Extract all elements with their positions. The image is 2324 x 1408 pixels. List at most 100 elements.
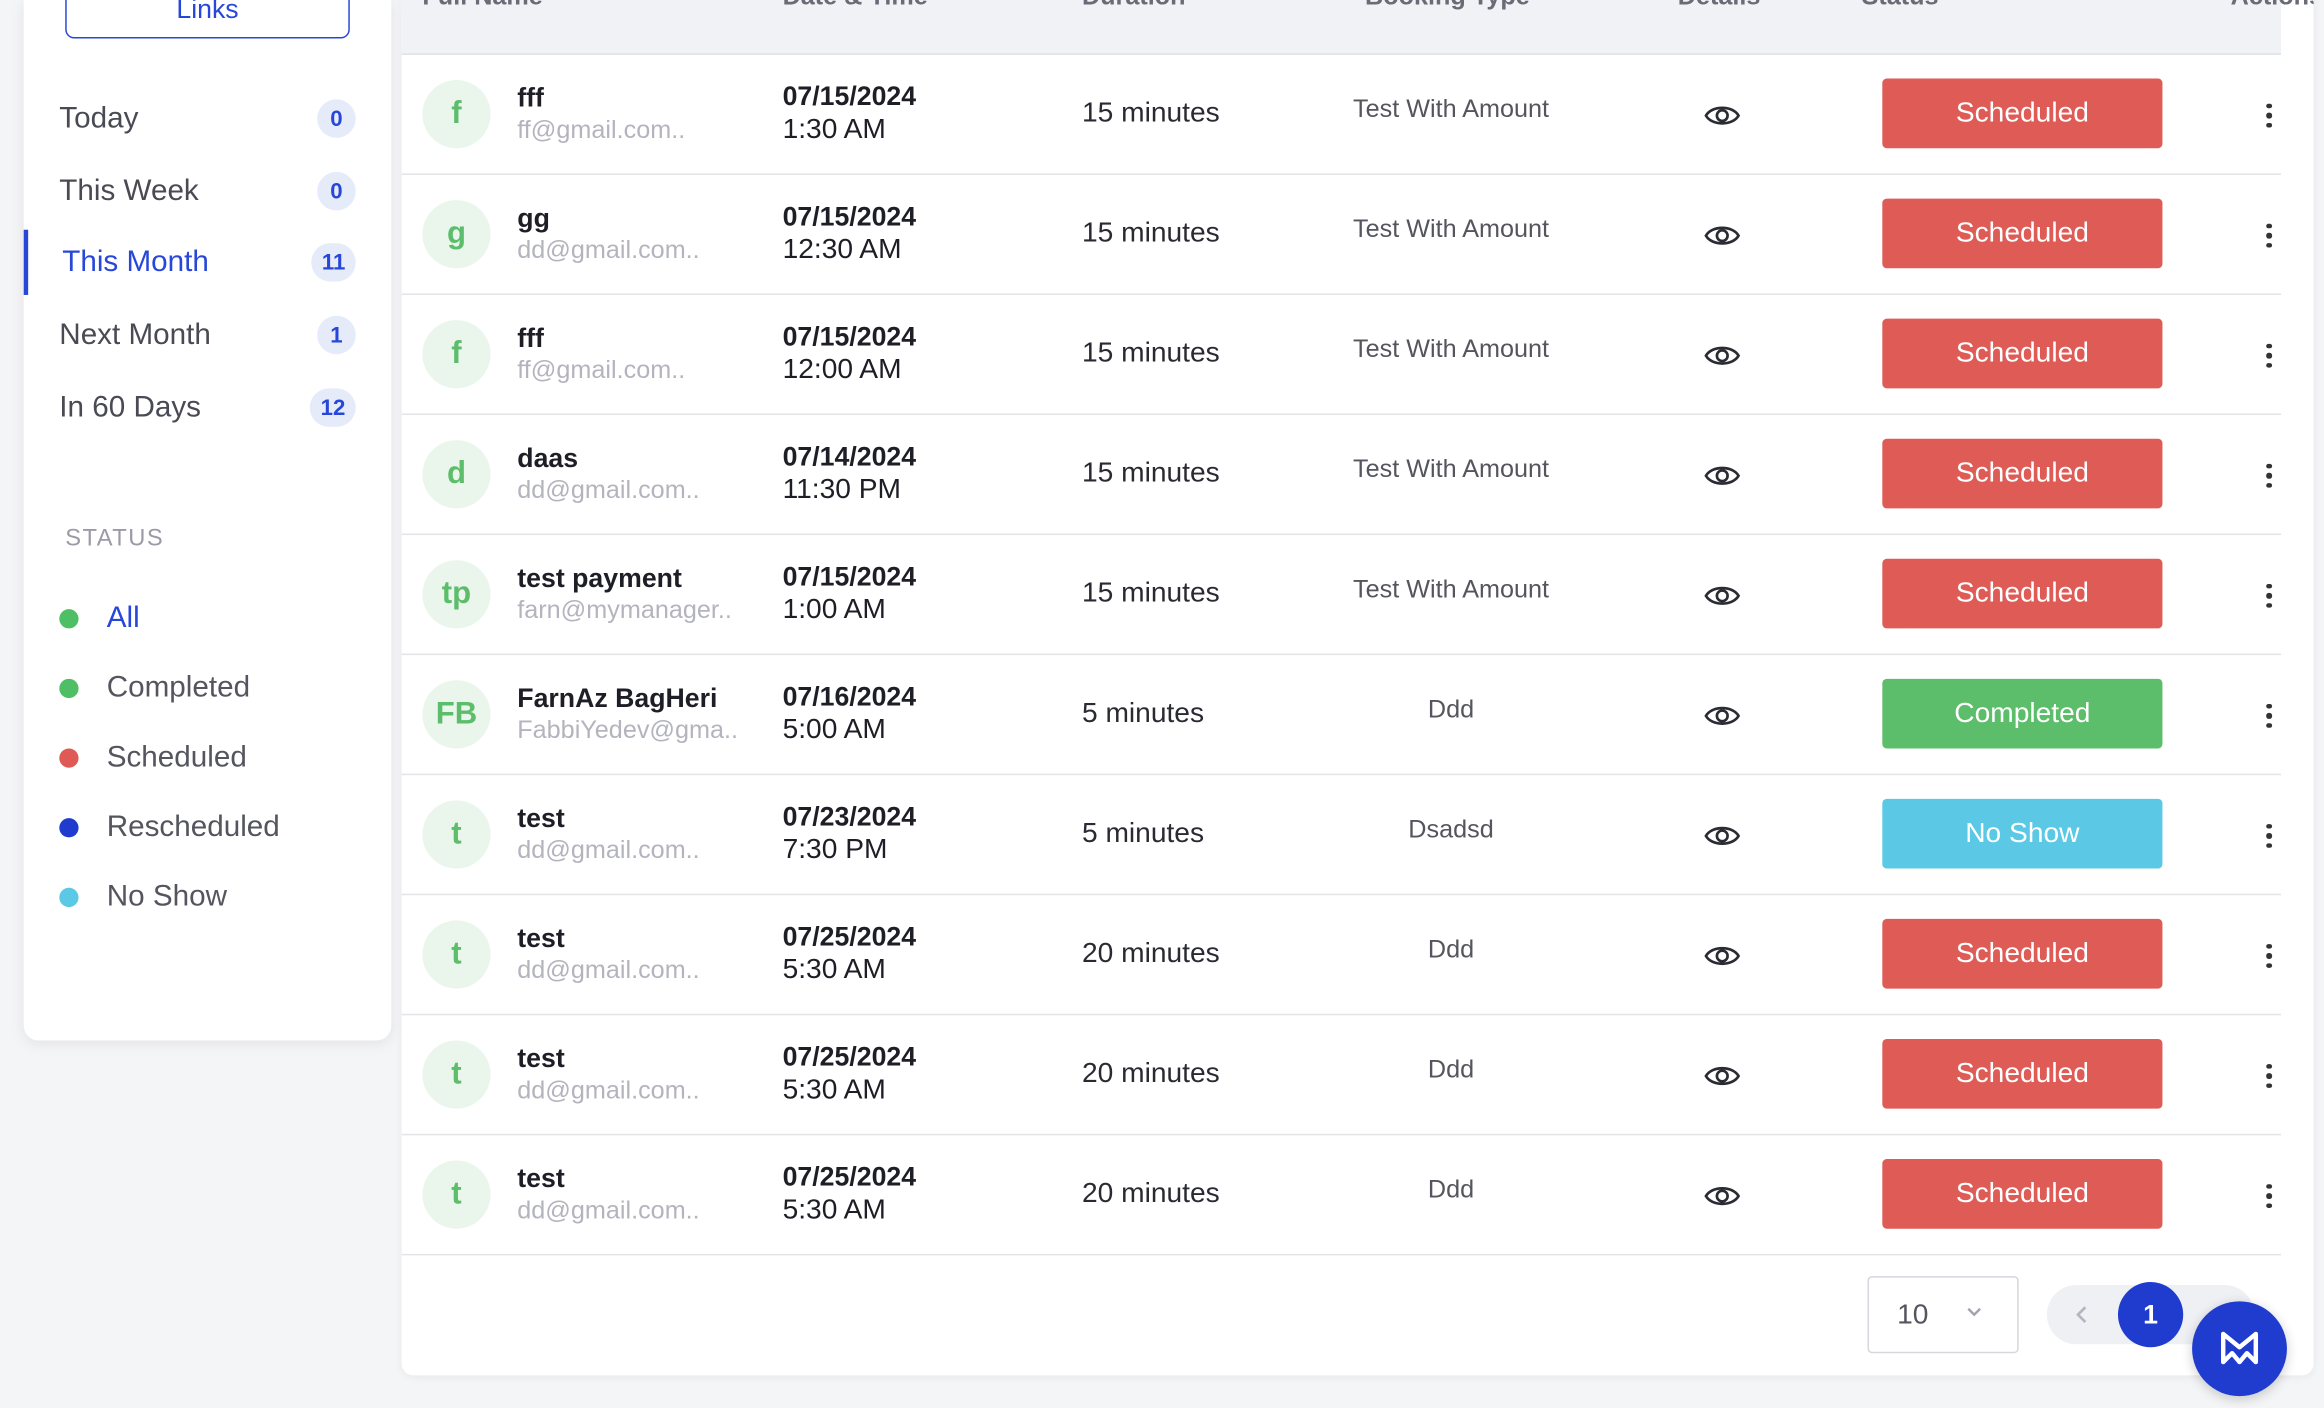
eye-icon[interactable] bbox=[1700, 1174, 1744, 1218]
booking-date: 07/15/2024 bbox=[782, 561, 917, 592]
period-today[interactable]: Today 0 bbox=[24, 83, 392, 154]
eye-icon[interactable] bbox=[1700, 333, 1744, 377]
booking-type: Test With Amount bbox=[1352, 575, 1550, 604]
status-filter-scheduled[interactable]: Scheduled bbox=[24, 728, 392, 787]
booking-time: 5:30 AM bbox=[782, 954, 886, 986]
eye-icon[interactable] bbox=[1700, 574, 1744, 618]
period-label: Today bbox=[59, 101, 139, 135]
kebab-menu-icon[interactable] bbox=[2257, 458, 2281, 494]
chevron-down-icon bbox=[1964, 1301, 1985, 1329]
kebab-menu-icon[interactable] bbox=[2257, 218, 2281, 254]
period-label: This Week bbox=[59, 174, 199, 207]
rows-per-page-value: 10 bbox=[1897, 1299, 1929, 1331]
period-count-badge: 0 bbox=[317, 99, 356, 138]
booking-email: ff@gmail.com.. bbox=[517, 115, 686, 144]
booking-time: 12:00 AM bbox=[782, 354, 902, 386]
period-next-month[interactable]: Next Month 1 bbox=[24, 299, 392, 370]
period-label: This Month bbox=[62, 245, 209, 278]
booking-name: test bbox=[517, 803, 565, 833]
status-button[interactable]: No Show bbox=[1882, 798, 2163, 869]
booking-name: test bbox=[517, 1163, 565, 1194]
kebab-menu-icon[interactable] bbox=[2257, 938, 2281, 974]
booking-email: farn@mymanager.. bbox=[517, 595, 732, 624]
booking-duration: 5 minutes bbox=[1081, 698, 1205, 730]
status-dot bbox=[59, 887, 79, 907]
links-button[interactable]: Links bbox=[65, 0, 350, 39]
eye-icon[interactable] bbox=[1700, 93, 1744, 137]
booking-type: Ddd bbox=[1427, 695, 1475, 724]
period-count-badge: 1 bbox=[317, 315, 356, 355]
chevron-left-icon[interactable] bbox=[2068, 1300, 2098, 1337]
status-filter-all[interactable]: All bbox=[24, 588, 392, 647]
booking-email: dd@gmail.com.. bbox=[517, 235, 700, 264]
kebab-menu-icon[interactable] bbox=[2257, 98, 2281, 134]
status-label: Rescheduled bbox=[106, 809, 280, 843]
kebab-menu-icon[interactable] bbox=[2257, 338, 2281, 374]
booking-email: FabbiYedev@gma.. bbox=[517, 715, 739, 745]
table-row: t test dd@gmail.com.. 07/25/2024 5:30 AM 20 m… bbox=[401, 1135, 2282, 1256]
booking-name: fff bbox=[517, 82, 544, 113]
eye-icon[interactable] bbox=[1700, 454, 1744, 498]
rows-per-page-select[interactable]: 10 bbox=[1867, 1276, 2019, 1354]
header-full-name[interactable]: Full Name bbox=[422, 0, 542, 12]
booking-email: dd@gmail.com.. bbox=[517, 955, 700, 985]
status-button[interactable]: Completed bbox=[1882, 678, 2163, 749]
eye-icon[interactable] bbox=[1700, 694, 1744, 738]
status-button[interactable]: Scheduled bbox=[1882, 558, 2163, 629]
status-button[interactable]: Scheduled bbox=[1882, 78, 2163, 149]
period-this-month[interactable]: This Month 11 bbox=[23, 227, 392, 298]
table-row: d daas dd@gmail.com.. 07/14/2024 11:30 PM 15 … bbox=[401, 415, 2282, 536]
kebab-menu-icon[interactable] bbox=[2257, 1058, 2281, 1094]
eye-icon[interactable] bbox=[1700, 213, 1744, 257]
booking-email: dd@gmail.com.. bbox=[517, 475, 700, 504]
table-row: g gg dd@gmail.com.. 07/15/2024 12:30 AM 15 mi… bbox=[401, 175, 2282, 295]
status-filter-rescheduled[interactable]: Rescheduled bbox=[24, 797, 392, 856]
table-header: Full Name Date & Time Duration Booking T… bbox=[401, 0, 2314, 55]
avatar: t bbox=[422, 920, 491, 989]
booking-duration: 15 minutes bbox=[1081, 97, 1220, 129]
kebab-menu-icon[interactable] bbox=[2257, 818, 2281, 854]
kebab-menu-icon[interactable] bbox=[2257, 578, 2281, 614]
avatar: g bbox=[422, 200, 491, 269]
status-filter-no-show[interactable]: No Show bbox=[24, 867, 392, 926]
header-duration[interactable]: Duration bbox=[1082, 0, 1186, 12]
status-dot bbox=[59, 747, 79, 768]
booking-name: fff bbox=[517, 323, 544, 353]
booking-name: test bbox=[517, 1043, 565, 1074]
bookings-table-card: Full Name Date & Time Duration Booking T… bbox=[401, 0, 2314, 1376]
kebab-menu-icon[interactable] bbox=[2257, 698, 2281, 734]
period-label: Next Month bbox=[59, 317, 211, 351]
booking-duration: 15 minutes bbox=[1081, 457, 1220, 490]
header-date-time[interactable]: Date & Time bbox=[783, 0, 928, 12]
status-button[interactable]: Scheduled bbox=[1882, 198, 2163, 269]
eye-icon[interactable] bbox=[1700, 934, 1744, 978]
header-details: Details bbox=[1678, 0, 1761, 12]
eye-icon[interactable] bbox=[1700, 1054, 1744, 1098]
booking-type: Dsadsd bbox=[1408, 815, 1494, 844]
table-row: t test dd@gmail.com.. 07/25/2024 5:30 AM 20 m… bbox=[401, 1015, 2282, 1136]
header-status[interactable]: Status bbox=[1862, 0, 1939, 12]
booking-time: 5:00 AM bbox=[782, 714, 886, 746]
booking-date: 07/14/2024 bbox=[782, 441, 917, 472]
status-button[interactable]: Scheduled bbox=[1882, 918, 2163, 989]
booking-name: test bbox=[517, 923, 565, 954]
status-label: All bbox=[106, 601, 140, 634]
status-button[interactable]: Scheduled bbox=[1882, 318, 2163, 389]
booking-type: Test With Amount bbox=[1352, 94, 1550, 124]
header-booking-type[interactable]: Booking Type bbox=[1365, 0, 1530, 12]
period-in-60-days[interactable]: In 60 Days 12 bbox=[24, 372, 392, 443]
eye-icon[interactable] bbox=[1700, 814, 1744, 858]
kebab-menu-icon[interactable] bbox=[2257, 1178, 2281, 1214]
app-logo-icon[interactable] bbox=[2192, 1301, 2287, 1397]
period-this-week[interactable]: This Week 0 bbox=[24, 156, 392, 227]
booking-date: 07/15/2024 bbox=[782, 201, 917, 232]
booking-duration: 15 minutes bbox=[1081, 578, 1220, 610]
booking-date: 07/25/2024 bbox=[782, 1041, 917, 1072]
booking-duration: 15 minutes bbox=[1081, 337, 1220, 370]
avatar: tp bbox=[422, 560, 491, 629]
status-button[interactable]: Scheduled bbox=[1882, 1038, 2163, 1109]
status-button[interactable]: Scheduled bbox=[1882, 1159, 2163, 1229]
status-button[interactable]: Scheduled bbox=[1882, 438, 2163, 509]
page-button-current[interactable]: 1 bbox=[2117, 1282, 2184, 1348]
status-filter-completed[interactable]: Completed bbox=[24, 658, 392, 717]
